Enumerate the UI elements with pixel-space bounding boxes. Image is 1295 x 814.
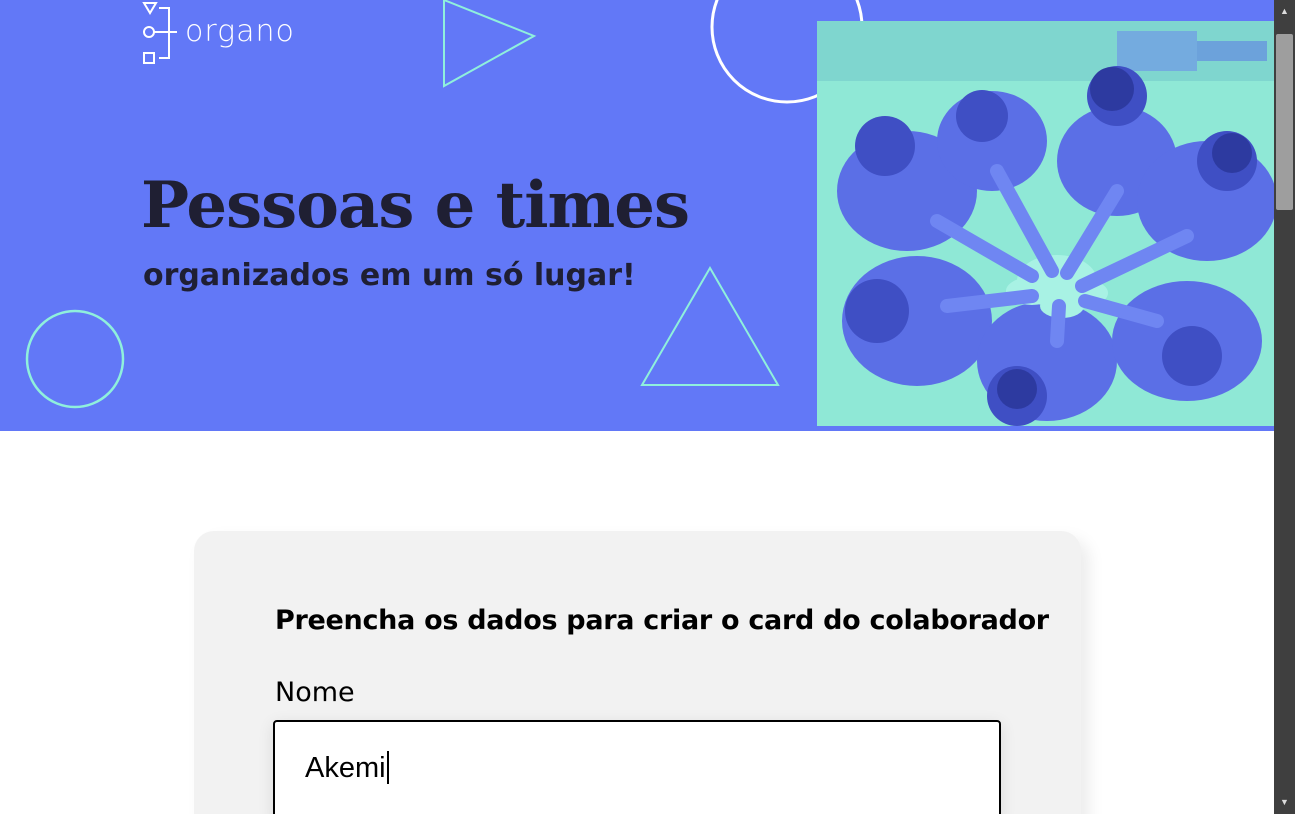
hero-banner: organo Pessoas e times organizados em um… [0, 0, 1274, 431]
name-field-label: Nome [275, 677, 355, 708]
circle-left-decoration [25, 309, 125, 409]
page-viewport: organo Pessoas e times organizados em um… [0, 0, 1274, 814]
page-subtitle: organizados em um só lugar! [143, 258, 636, 293]
logo-text: organo [185, 13, 295, 49]
form-title: Preencha os dados para criar o card do c… [275, 605, 1049, 636]
name-input[interactable]: Akemi [273, 720, 1001, 814]
scroll-down-icon[interactable]: ▼ [1274, 794, 1295, 811]
triangle-bottom-decoration [640, 266, 780, 386]
page-title: Pessoas e times [141, 168, 690, 243]
scroll-up-icon[interactable]: ▲ [1274, 3, 1295, 20]
scrollbar-thumb[interactable] [1276, 34, 1293, 210]
text-caret [386, 751, 389, 784]
vertical-scrollbar[interactable]: ▲ ▼ [1274, 0, 1295, 814]
team-photo [817, 21, 1274, 426]
logo[interactable]: organo [141, 0, 295, 66]
logo-icon [142, 1, 177, 64]
triangle-play-decoration [443, 0, 537, 88]
name-input-value: Akemi [305, 752, 386, 784]
collaborator-form-card: Preencha os dados para criar o card do c… [194, 531, 1081, 814]
team-hands-photo-icon [817, 21, 1274, 426]
